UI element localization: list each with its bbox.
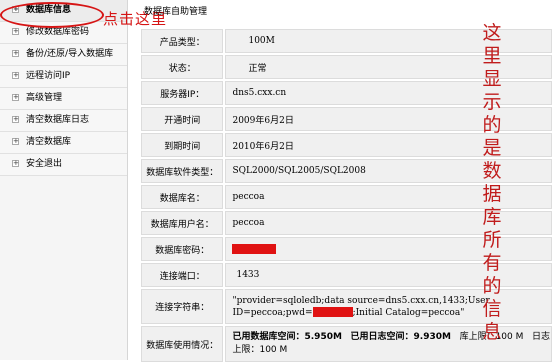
row-label: 状态： (141, 55, 224, 79)
sidebar-item-label: 修改数据库密码 (26, 27, 90, 37)
row-label: 数据库用户名： (141, 211, 224, 235)
sidebar-item-remote-ip[interactable]: + 远程访问IP (0, 66, 127, 88)
row-label: 数据库名： (141, 185, 224, 209)
plus-icon: + (12, 115, 19, 123)
sidebar-item-clear-log[interactable]: + 清空数据库日志 (0, 110, 127, 132)
log-space-label: 已用日志空间： (350, 332, 414, 342)
connection-string-part: ;Initial Catalog=peccoa" (352, 307, 465, 318)
row-label: 数据库密码： (141, 237, 224, 261)
row-label: 产品类型： (141, 29, 224, 53)
info-annotation: 这里显示的是数据库所有的信息 (482, 22, 502, 343)
redacted-password (312, 307, 353, 317)
plus-icon: + (12, 5, 19, 13)
row-label: 数据库使用情况： (141, 326, 224, 362)
sidebar-item-logout[interactable]: + 安全退出 (0, 154, 127, 176)
sidebar-item-label: 安全退出 (26, 159, 63, 169)
row-label: 连接端口： (141, 263, 224, 287)
redacted-password (232, 243, 277, 254)
status-value: 正常 (248, 63, 267, 74)
product-type-value: 100M (248, 36, 275, 46)
plus-icon: + (12, 71, 19, 79)
sidebar: + 数据库信息 + 修改数据库密码 + 备份/还原/导入数据库 + 远程访问IP… (0, 0, 128, 360)
log-limit-prefix: 日志 (531, 332, 550, 342)
sidebar-item-backup-restore[interactable]: + 备份/还原/导入数据库 (0, 44, 127, 66)
plus-icon: + (12, 49, 19, 57)
usage-line2: 上限：100 M (232, 345, 288, 355)
sidebar-item-advanced[interactable]: + 高级管理 (0, 88, 127, 110)
row-label: 到期时间 (141, 133, 224, 157)
sidebar-item-label: 高级管理 (26, 93, 63, 103)
sidebar-item-label: 清空数据库 (26, 137, 72, 147)
sidebar-item-label: 清空数据库日志 (26, 115, 90, 125)
sidebar-item-label: 数据库信息 (26, 5, 72, 15)
row-label: 数据库软件类型： (141, 159, 224, 183)
port-value: 1433 (236, 270, 260, 280)
page-title: 数据库自助管理 (144, 7, 208, 17)
plus-icon: + (12, 137, 19, 145)
plus-icon: + (12, 27, 19, 35)
row-label: 开通时间 (141, 107, 224, 131)
db-space-value: 5.950M (304, 332, 342, 342)
row-label: 服务器IP： (141, 81, 224, 105)
connection-string-part: ID=peccoa;pwd= (232, 307, 313, 318)
sidebar-item-label: 备份/还原/导入数据库 (26, 49, 114, 59)
sidebar-item-label: 远程访问IP (26, 71, 71, 81)
db-space-label: 已用数据库空间： (232, 332, 305, 342)
plus-icon: + (12, 159, 19, 167)
log-space-value: 9.930M (413, 332, 451, 342)
plus-icon: + (12, 93, 19, 101)
sidebar-item-clear-database[interactable]: + 清空数据库 (0, 132, 127, 154)
row-label: 连接字符串： (141, 289, 224, 324)
